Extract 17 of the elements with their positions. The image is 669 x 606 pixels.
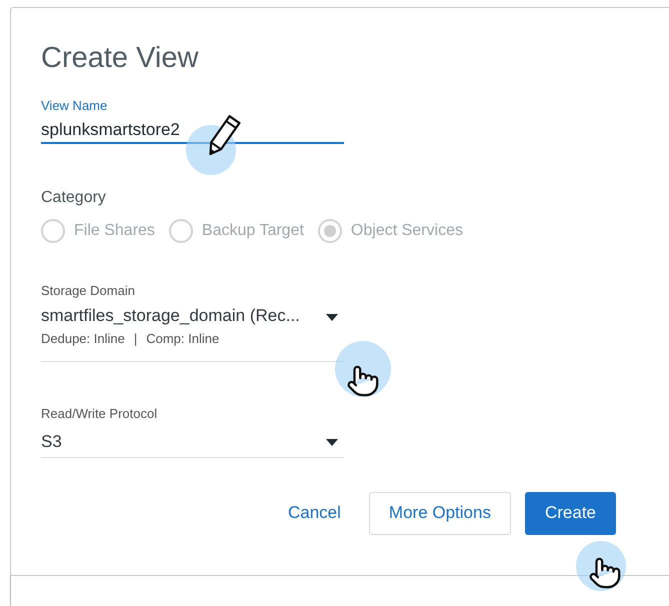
cancel-link[interactable]: Cancel [274, 492, 355, 534]
storage-domain-value: smartfiles_storage_domain (Rec... [41, 305, 300, 327]
storage-domain-detail: | [134, 330, 138, 348]
storage-domain-dropdown[interactable]: smartfiles_storage_domain (Rec... Dedupe: Inline | Comp: Inline [41, 305, 344, 362]
protocol-label: Read/Write Protocol [41, 406, 158, 422]
hand-cursor-icon [346, 364, 380, 398]
storage-domain-detail: Dedupe: Inline [41, 330, 125, 348]
category-label: Category [41, 188, 107, 208]
protocol-dropdown[interactable]: S3 [41, 428, 344, 458]
storage-domain-label: Storage Domain [41, 283, 136, 299]
dialog-title: Create View [41, 41, 200, 76]
storage-domain-detail: Comp: Inline [146, 330, 220, 348]
caret-icon[interactable] [326, 438, 338, 446]
dialog-button[interactable]: Create [524, 492, 616, 534]
dialog-button[interactable]: More Options [368, 492, 511, 534]
view-name-label: View Name [41, 98, 108, 114]
caret-icon[interactable] [326, 314, 338, 322]
